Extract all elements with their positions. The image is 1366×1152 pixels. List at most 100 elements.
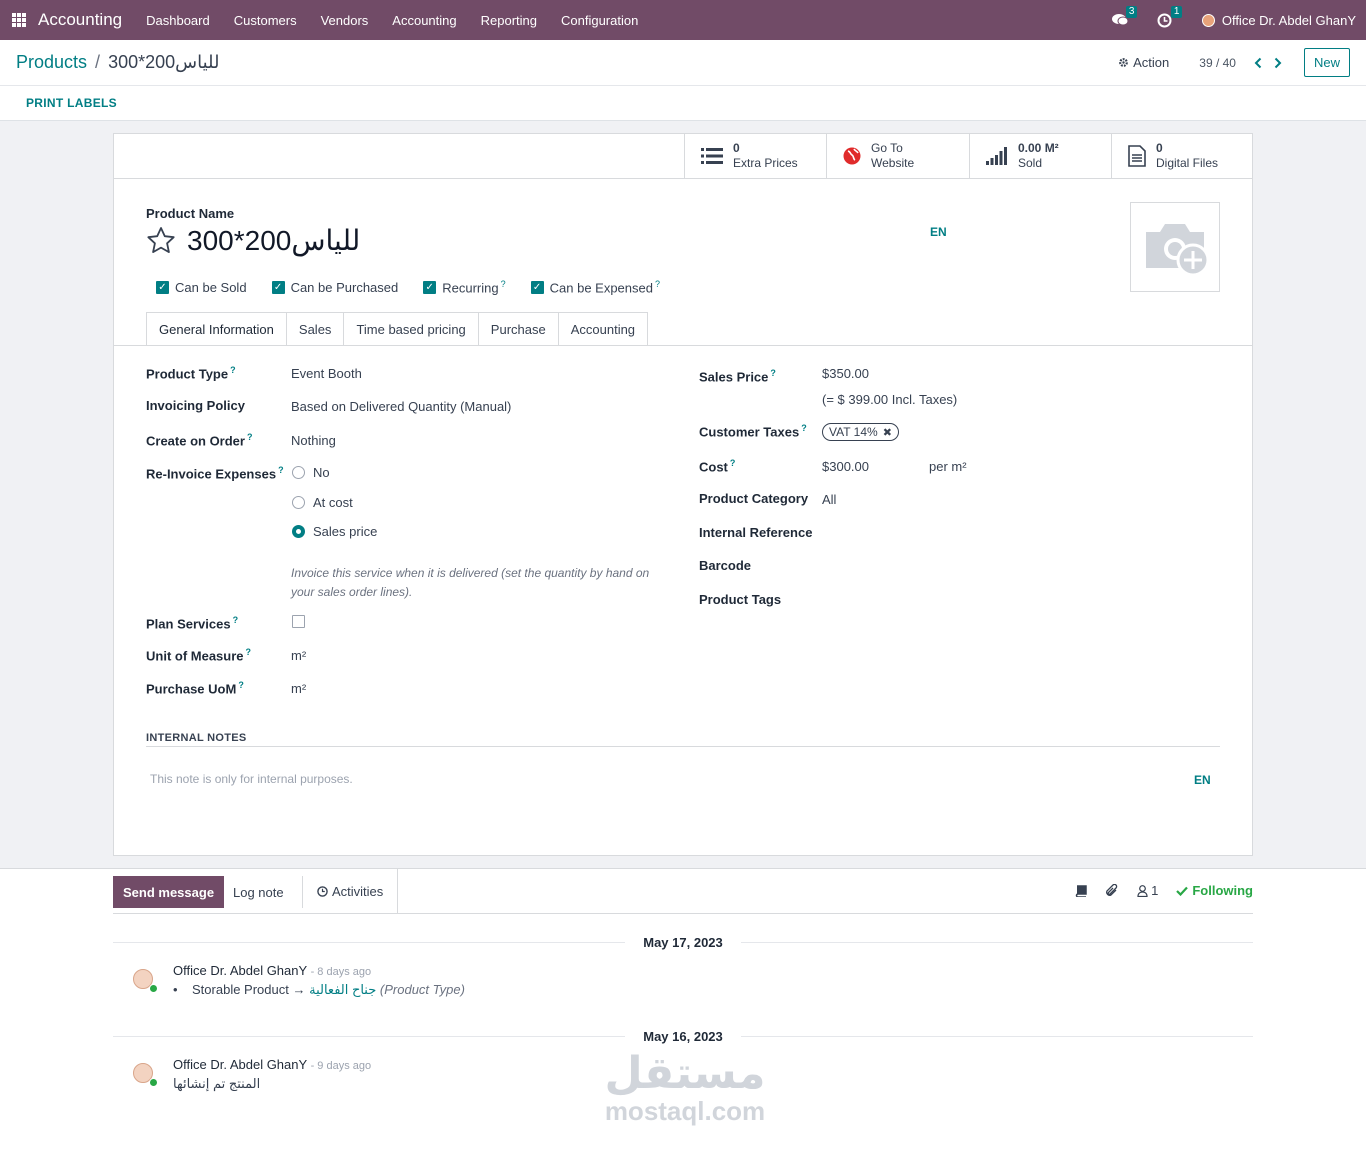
tab-purchase[interactable]: Purchase bbox=[478, 312, 559, 346]
arrow-right-icon: → bbox=[292, 982, 306, 997]
extra-prices-button[interactable]: 0 Extra Prices bbox=[684, 134, 826, 178]
watermark-logo: مستقل mostaql.com bbox=[600, 1050, 770, 1126]
control-panel: Products / للياس200*300 Action 39 / 40 N… bbox=[0, 40, 1366, 121]
help-tooltip-icon[interactable]: ? bbox=[233, 615, 239, 625]
translate-button[interactable]: EN bbox=[930, 225, 947, 239]
invoicing-policy-field[interactable]: Based on Delivered Quantity (Manual) bbox=[291, 399, 511, 414]
can-be-purchased-checkbox[interactable]: ✓ Can be Purchased bbox=[271, 279, 398, 295]
unit-of-measure-field[interactable]: m² bbox=[291, 648, 306, 663]
message-time: - 9 days ago bbox=[310, 1060, 372, 1072]
menu-vendors[interactable]: Vendors bbox=[309, 13, 381, 28]
breadcrumb-products[interactable]: Products bbox=[16, 52, 87, 73]
date-separator: May 17, 2023 bbox=[113, 935, 1254, 950]
pager-next-button[interactable] bbox=[1268, 53, 1288, 73]
notebook-tabs: General Information Sales Time based pri… bbox=[146, 312, 649, 346]
sold-button[interactable]: 0.00 M² Sold bbox=[969, 134, 1111, 178]
tab-accounting[interactable]: Accounting bbox=[558, 312, 649, 346]
favorite-star-icon[interactable] bbox=[146, 226, 176, 254]
reinvoice-expenses-label: Re-Invoice Expenses? bbox=[146, 465, 284, 482]
sales-price-label: Sales Price? bbox=[699, 368, 776, 385]
product-category-field[interactable]: All bbox=[822, 492, 836, 507]
create-on-order-field[interactable]: Nothing bbox=[291, 433, 336, 448]
pager-previous-button[interactable] bbox=[1248, 53, 1268, 73]
activities-label: Activities bbox=[332, 883, 384, 899]
radio-empty-icon bbox=[292, 466, 305, 479]
help-tooltip-icon[interactable]: ? bbox=[730, 458, 736, 468]
message-author[interactable]: Office Dr. Abdel GhanY bbox=[173, 1057, 307, 1072]
reinvoice-option-at-cost[interactable]: At cost bbox=[292, 495, 353, 510]
notes-translate-button[interactable]: EN bbox=[1194, 773, 1211, 787]
remove-tag-icon[interactable]: ✖ bbox=[883, 426, 892, 439]
check-icon bbox=[1176, 886, 1189, 896]
user-menu[interactable]: Office Dr. Abdel GhanY bbox=[1201, 12, 1356, 28]
radio-label: At cost bbox=[313, 495, 353, 510]
tax-tag: VAT 14% ✖ bbox=[822, 423, 899, 441]
user-icon bbox=[1137, 884, 1148, 897]
recurring-label: Recurring bbox=[442, 280, 499, 296]
new-button[interactable]: New bbox=[1303, 48, 1350, 77]
sales-price-field[interactable]: $350.00 bbox=[822, 366, 869, 381]
action-button[interactable]: Action bbox=[1118, 55, 1169, 70]
tax-tag-label: VAT 14% bbox=[829, 425, 878, 439]
product-type-field[interactable]: Event Booth bbox=[291, 366, 362, 381]
recurring-checkbox[interactable]: ✓ Recurring? bbox=[423, 279, 506, 296]
print-labels-button[interactable]: PRINT LABELS bbox=[26, 96, 117, 110]
checkbox-checked-icon: ✓ bbox=[530, 280, 544, 294]
tab-time-based-pricing[interactable]: Time based pricing bbox=[344, 312, 479, 346]
old-value: Storable Product bbox=[192, 982, 289, 997]
internal-notes-field[interactable]: This note is only for internal purposes. bbox=[150, 772, 353, 786]
purchase-uom-field[interactable]: m² bbox=[291, 681, 306, 696]
breadcrumb-separator: / bbox=[95, 52, 101, 72]
can-be-sold-checkbox[interactable]: ✓ Can be Sold bbox=[156, 279, 247, 295]
menu-configuration[interactable]: Configuration bbox=[549, 13, 650, 28]
following-label: Following bbox=[1192, 883, 1253, 898]
cost-unit: per m² bbox=[929, 459, 967, 474]
cost-field[interactable]: $300.00 bbox=[822, 459, 869, 474]
barcode-label: Barcode bbox=[699, 558, 752, 573]
watermark-domain: mostaql.com bbox=[604, 1096, 766, 1126]
following-button[interactable]: Following bbox=[1176, 883, 1253, 898]
help-tooltip-icon[interactable]: ? bbox=[278, 465, 284, 475]
radio-label: No bbox=[313, 465, 330, 480]
apps-menu-icon[interactable] bbox=[12, 13, 26, 27]
tab-general-information[interactable]: General Information bbox=[146, 312, 287, 346]
menu-accounting[interactable]: Accounting bbox=[380, 13, 468, 28]
activity-menu[interactable]: 1 bbox=[1157, 5, 1183, 28]
app-name[interactable]: Accounting bbox=[38, 10, 122, 30]
help-tooltip-icon[interactable]: ? bbox=[238, 680, 244, 690]
user-name: Office Dr. Abdel GhanY bbox=[1221, 12, 1356, 28]
help-tooltip-icon[interactable]: ? bbox=[770, 368, 776, 378]
product-image-upload[interactable] bbox=[1130, 202, 1220, 292]
help-tooltip-icon[interactable]: ? bbox=[655, 279, 660, 289]
followers-button[interactable]: 1 bbox=[1137, 883, 1158, 898]
pager-value[interactable]: 39 / 40 bbox=[1199, 56, 1236, 70]
reinvoice-option-sales-price[interactable]: Sales price bbox=[292, 524, 377, 539]
menu-reporting[interactable]: Reporting bbox=[469, 13, 549, 28]
book-icon[interactable] bbox=[1075, 884, 1087, 897]
help-tooltip-icon[interactable]: ? bbox=[246, 647, 252, 657]
activities-button[interactable]: Activities bbox=[303, 869, 399, 913]
menu-customers[interactable]: Customers bbox=[222, 13, 309, 28]
sold-value: 0.00 M² bbox=[1018, 141, 1059, 155]
reinvoice-option-no[interactable]: No bbox=[292, 465, 330, 480]
help-tooltip-icon[interactable]: ? bbox=[230, 365, 236, 375]
digital-files-button[interactable]: 0 Digital Files bbox=[1111, 134, 1253, 178]
go-to-website-button[interactable]: Go To Website bbox=[826, 134, 969, 178]
log-note-button[interactable]: Log note bbox=[223, 876, 303, 908]
messaging-menu[interactable]: 3 bbox=[1111, 6, 1138, 27]
form-sheet: 0 Extra Prices Go To Website 0.00 M² Sold 0… bbox=[113, 133, 1253, 856]
bullet-icon: • bbox=[173, 982, 178, 997]
help-tooltip-icon[interactable]: ? bbox=[247, 432, 253, 442]
product-name-input[interactable]: للياس200*300 bbox=[187, 224, 360, 257]
file-icon bbox=[1128, 145, 1146, 167]
can-be-expensed-checkbox[interactable]: ✓ Can be Expensed? bbox=[530, 279, 660, 295]
tab-sales[interactable]: Sales bbox=[286, 312, 345, 346]
help-tooltip-icon[interactable]: ? bbox=[801, 423, 807, 433]
breadcrumb-current: للياس200*300 bbox=[108, 52, 220, 72]
menu-dashboard[interactable]: Dashboard bbox=[134, 13, 222, 28]
help-tooltip-icon[interactable]: ? bbox=[501, 279, 506, 289]
plan-services-checkbox[interactable] bbox=[292, 615, 305, 628]
paperclip-icon[interactable] bbox=[1105, 883, 1119, 898]
send-message-button[interactable]: Send message bbox=[113, 876, 225, 908]
message-author[interactable]: Office Dr. Abdel GhanY bbox=[173, 963, 307, 978]
